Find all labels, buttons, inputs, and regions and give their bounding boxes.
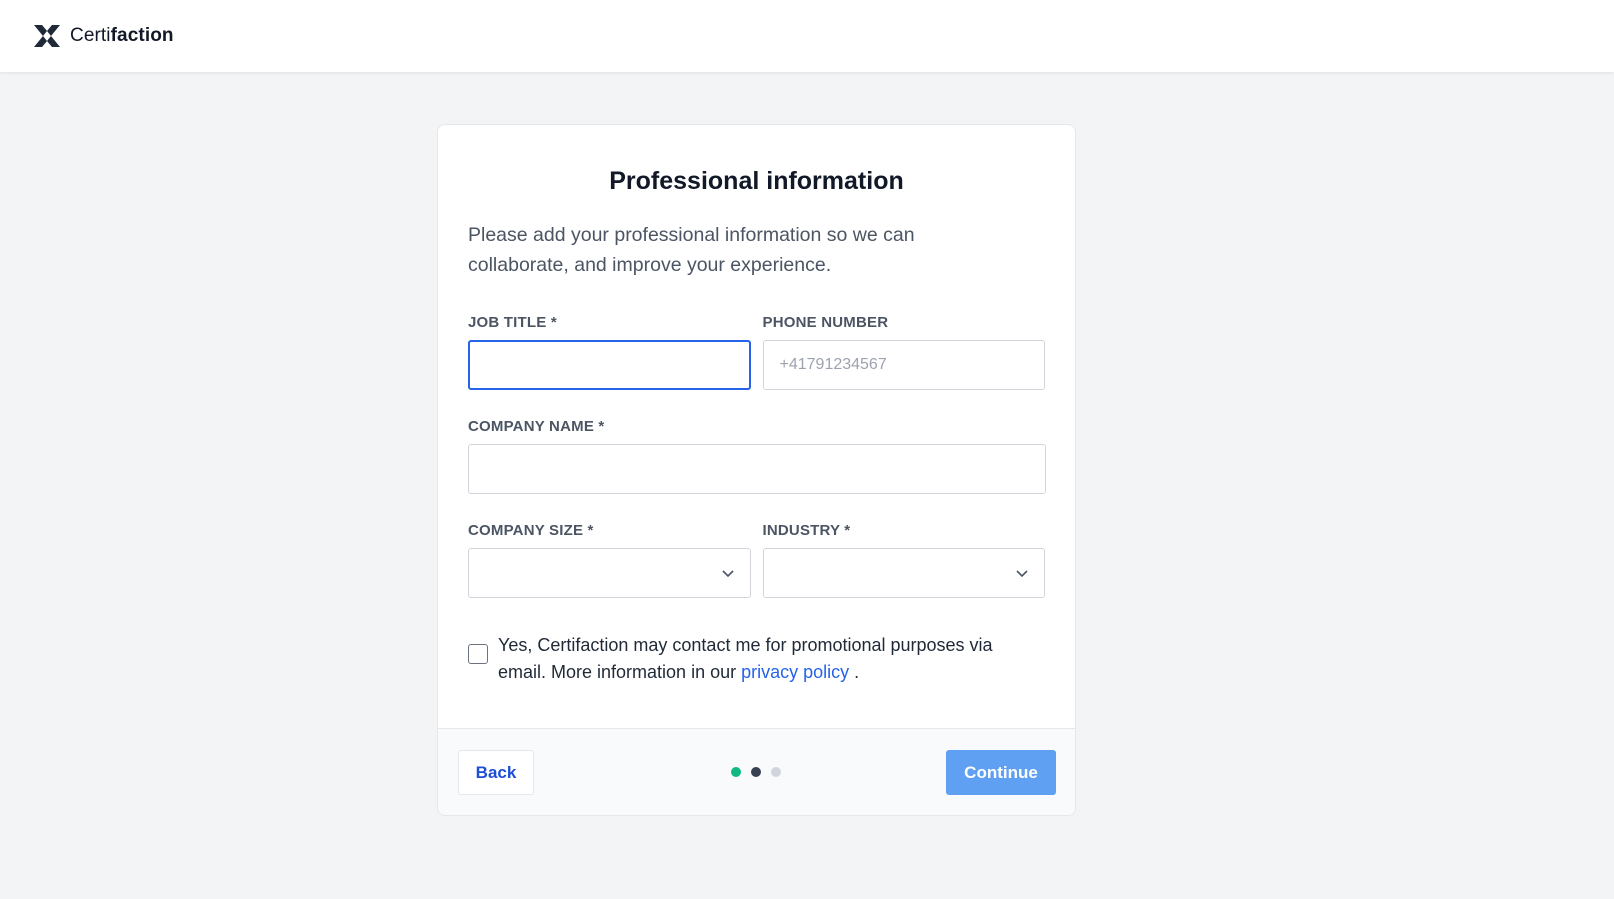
top-bar: Certifaction — [0, 0, 1614, 72]
company-name-label: COMPANY NAME * — [468, 418, 605, 435]
company-name-input[interactable] — [468, 444, 1046, 494]
step-dot-1 — [731, 767, 741, 777]
card-footer: Back Continue — [438, 728, 1075, 815]
company-size-label: COMPANY SIZE * — [468, 522, 594, 539]
step-dot-3 — [771, 767, 781, 777]
brand-name: Certifaction — [70, 25, 174, 46]
step-indicator — [731, 767, 781, 777]
page-description: Please add your professional information… — [468, 224, 915, 276]
certifaction-logo-icon — [34, 25, 60, 47]
company-name-group: COMPANY NAME * — [468, 418, 1046, 494]
consent-text: Yes, Certifaction may contact me for pro… — [498, 635, 993, 682]
company-size-select[interactable] — [468, 548, 751, 598]
job-title-input[interactable] — [468, 340, 751, 390]
industry-label: INDUSTRY * — [762, 522, 851, 539]
job-title-label: JOB TITLE * — [468, 314, 557, 331]
industry-select[interactable] — [762, 548, 1045, 598]
brand-logo[interactable]: Certifaction — [32, 23, 174, 49]
consent-row: Yes, Certifaction may contact me for pro… — [468, 632, 1045, 686]
continue-button[interactable]: Continue — [946, 750, 1056, 795]
step-dot-2 — [751, 767, 761, 777]
professional-info-card: Professional information Please add your… — [437, 124, 1076, 816]
back-button[interactable]: Back — [458, 750, 534, 795]
privacy-policy-link[interactable]: privacy policy — [741, 662, 849, 682]
consent-checkbox[interactable] — [468, 644, 488, 664]
chevron-down-icon — [1016, 570, 1028, 578]
job-title-group: JOB TITLE * — [468, 314, 751, 390]
page-title: Professional information — [609, 167, 904, 195]
industry-group: INDUSTRY * — [762, 522, 1045, 598]
chevron-down-icon — [721, 570, 734, 578]
company-size-group: COMPANY SIZE * — [468, 522, 751, 598]
phone-number-label: PHONE NUMBER — [762, 314, 889, 331]
phone-number-group: PHONE NUMBER — [762, 314, 1045, 390]
phone-number-input[interactable] — [762, 340, 1045, 390]
